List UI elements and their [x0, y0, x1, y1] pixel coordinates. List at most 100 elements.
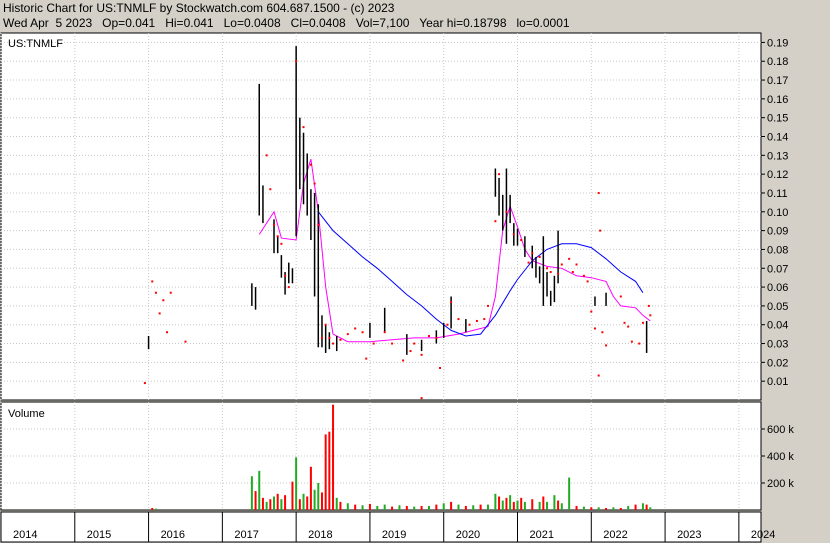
price-dot: [605, 344, 608, 347]
date-tick-label: 2023: [677, 529, 701, 541]
price-dot: [450, 301, 453, 304]
price-dot: [354, 327, 357, 330]
price-dot: [549, 271, 552, 274]
price-dot: [317, 223, 320, 226]
price-dot: [420, 353, 423, 356]
date-tick-label: 2018: [308, 529, 332, 541]
volume-bar: [597, 507, 600, 510]
price-dot: [560, 263, 563, 266]
volume-bar: [250, 476, 253, 510]
price-axis: 0.19 0.18 0.17 0.16 0.15 0.14 0.13 0.12 0.11 0.10…: [761, 37, 788, 388]
volume-bar: [276, 493, 279, 510]
volume-bar: [154, 508, 157, 510]
price-dot: [166, 331, 169, 334]
date-tick-label: 2021: [530, 529, 554, 541]
price-dot: [328, 336, 331, 339]
price-dot: [439, 367, 442, 370]
price-tick-label: 0.06: [767, 282, 788, 294]
volume-bar: [590, 507, 593, 510]
price-dot: [590, 310, 593, 313]
date-tick-label: 2024: [751, 529, 775, 541]
price-tick-label: 0.19: [767, 37, 788, 49]
price-dot: [630, 340, 633, 343]
volume-bar: [649, 507, 652, 510]
price-dot: [143, 382, 146, 385]
price-dot: [383, 331, 386, 334]
volume-bar: [291, 481, 294, 510]
price-dot: [409, 350, 412, 353]
price-tick-label: 0.12: [767, 169, 788, 181]
volume-bar: [309, 466, 312, 510]
date-tick-label: 2019: [382, 529, 406, 541]
volume-bar: [317, 483, 320, 510]
volume-bar: [332, 404, 335, 510]
volume-bar: [391, 506, 394, 510]
price-dot: [265, 154, 268, 157]
price-dot: [151, 280, 154, 283]
volume-bar: [320, 492, 323, 510]
price-dot: [627, 325, 630, 328]
volume-bar: [568, 477, 571, 510]
price-dot: [402, 359, 405, 362]
price-dot: [372, 342, 375, 345]
volume-bar: [261, 497, 264, 510]
price-dot: [273, 223, 276, 226]
price-dot: [361, 331, 364, 334]
volume-tick-label: 400 k: [767, 451, 794, 463]
volume-bar: [306, 496, 309, 510]
volume-bar: [398, 505, 401, 510]
volume-bar: [324, 434, 327, 510]
volume-bar: [361, 505, 364, 510]
price-dot: [162, 299, 165, 302]
price-dot: [154, 291, 157, 294]
price-tick-label: 0.16: [767, 94, 788, 106]
volume-bar: [575, 505, 578, 510]
volume-bar: [645, 504, 648, 510]
chart-canvas: 0.19 0.18 0.17 0.16 0.15 0.14 0.13 0.12 0.11 0.10…: [0, 32, 794, 543]
volume-bar: [612, 507, 615, 510]
price-dot: [649, 314, 652, 317]
volume-bar: [151, 507, 154, 510]
price-dot: [638, 342, 641, 345]
price-dot: [531, 252, 534, 255]
volume-bar: [531, 499, 534, 510]
volume-tick-label: 200 k: [767, 478, 794, 490]
price-dot: [599, 229, 602, 232]
volume-bar: [464, 505, 467, 510]
volume-bar: [254, 491, 257, 510]
price-tick-label: 0.13: [767, 150, 788, 162]
volume-bar: [520, 497, 523, 510]
price-dot: [184, 340, 187, 343]
price-dot: [169, 291, 172, 294]
volume-bar: [298, 499, 301, 510]
volume-bar: [542, 496, 545, 510]
price-tick-label: 0.02: [767, 357, 788, 369]
price-tick-label: 0.10: [767, 207, 788, 219]
volume-bar: [427, 505, 430, 510]
price-dot: [295, 60, 298, 63]
volume-bar: [435, 504, 438, 510]
price-dot: [494, 220, 497, 223]
price-dot: [538, 255, 541, 258]
volume-bar: [413, 506, 416, 510]
price-dot: [435, 336, 438, 339]
price-dot: [586, 280, 589, 283]
volume-bar: [346, 503, 349, 510]
volume-bar: [512, 501, 515, 510]
price-tick-label: 0.11: [767, 188, 788, 200]
price-dot: [280, 242, 283, 245]
date-tick-label: 2014: [13, 529, 37, 541]
price-dot: [597, 191, 600, 194]
volume-bar: [498, 496, 501, 510]
volume-bar: [509, 495, 512, 510]
volume-bar: [553, 495, 556, 510]
price-dot: [512, 233, 515, 236]
date-tick-label: 2022: [603, 529, 627, 541]
volume-bar: [538, 501, 541, 510]
volume-bar: [405, 505, 408, 510]
price-dot: [332, 342, 335, 345]
volume-bar: [302, 493, 305, 510]
volume-bar: [284, 495, 287, 510]
volume-bar: [265, 501, 268, 510]
price-dot: [324, 323, 327, 326]
